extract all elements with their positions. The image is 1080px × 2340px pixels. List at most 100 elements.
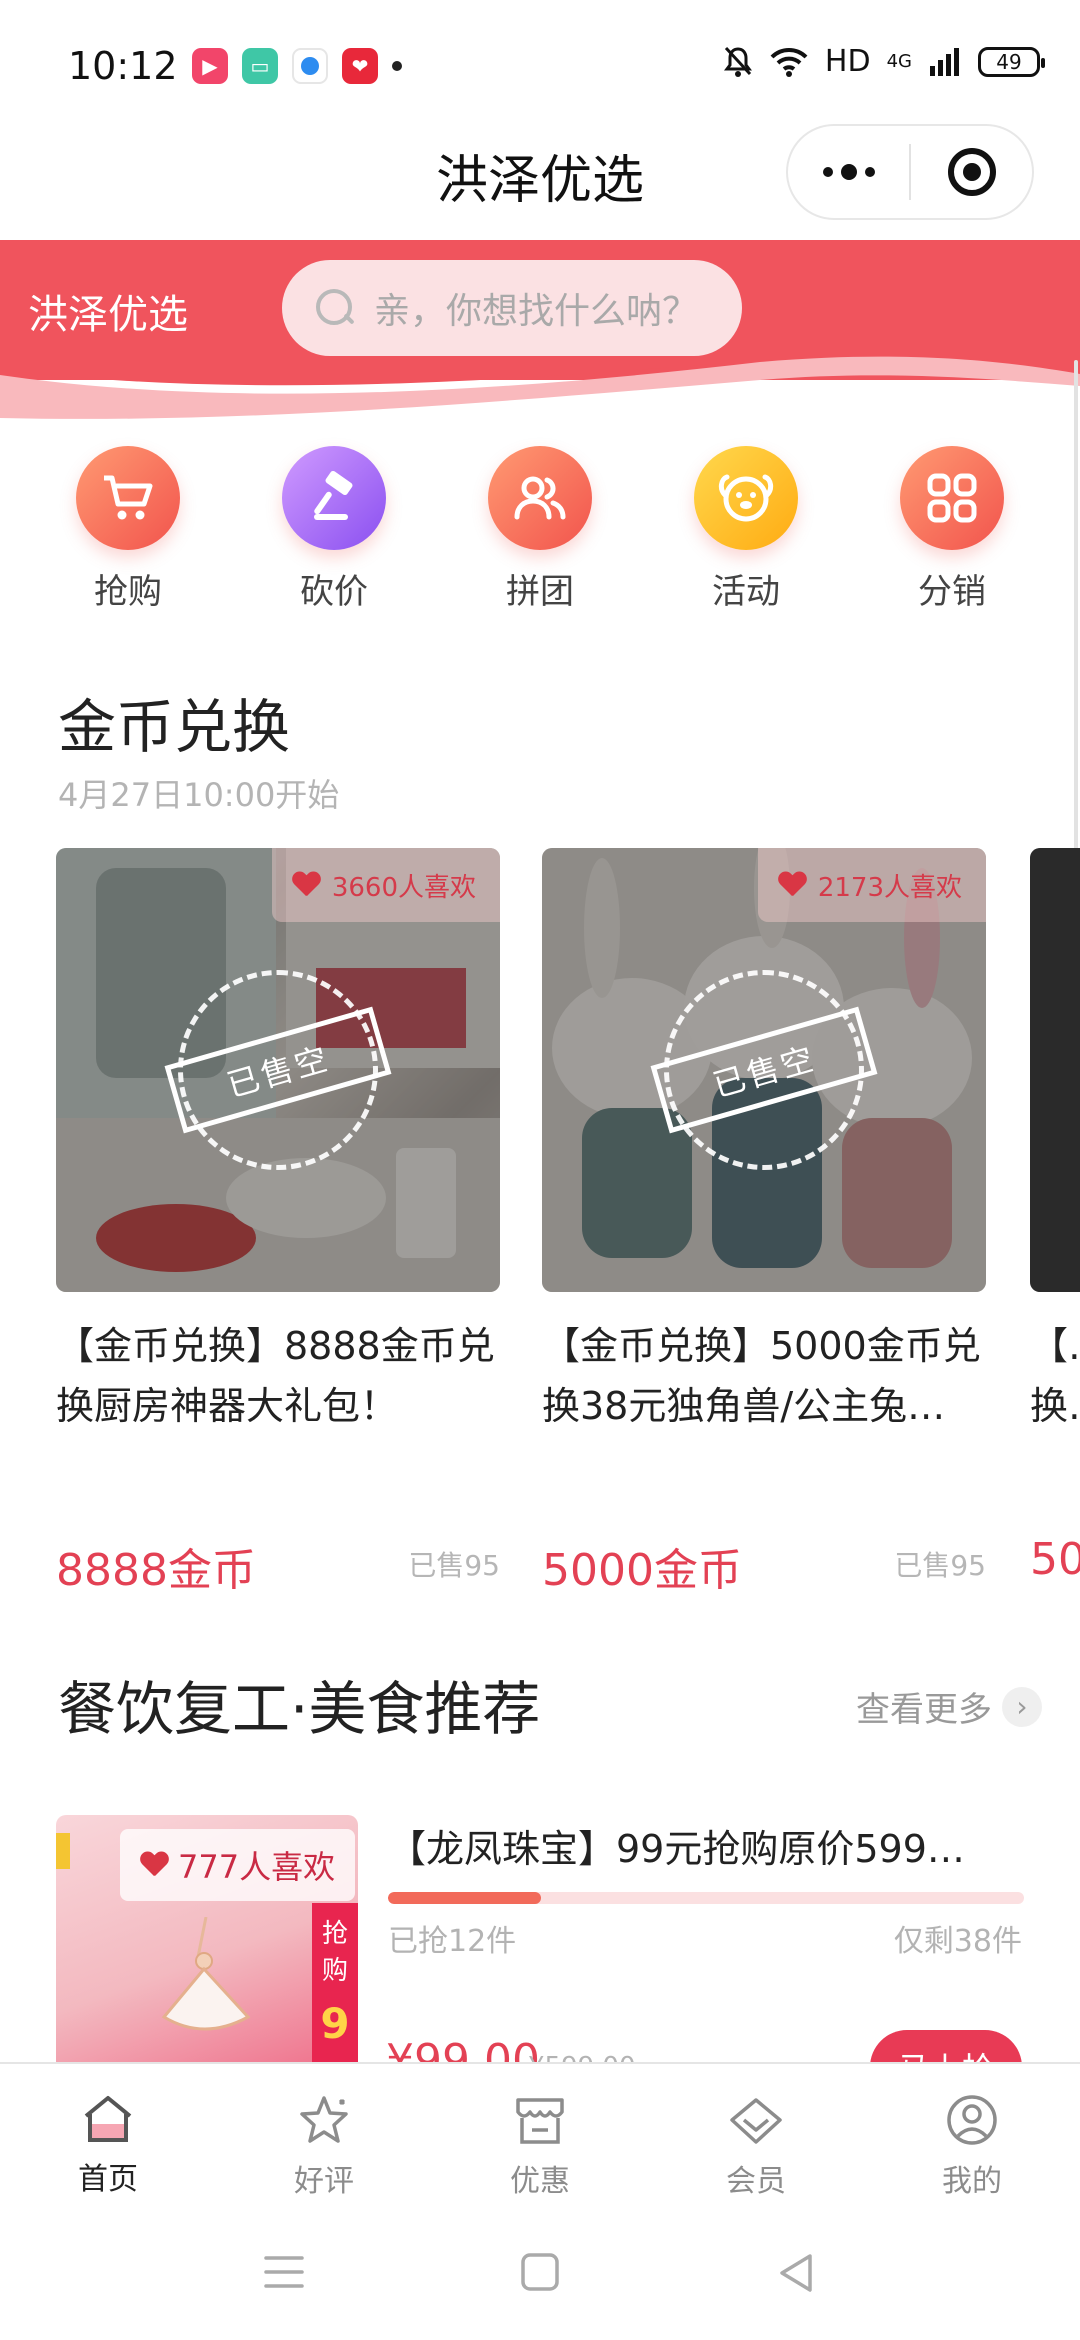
menu-icon[interactable] xyxy=(262,2252,306,2292)
deal-remaining-count: 仅剩38件 xyxy=(893,1924,1022,1959)
deal-title[interactable]: 【龙凤珠宝】99元抢购原价599… xyxy=(388,1818,1028,1873)
group-icon xyxy=(488,446,592,550)
coin-product-card[interactable]: 2173人喜欢 已售空 【金币兑换】5000金币兑 换38元独角兽/公主兔… 5… xyxy=(542,848,986,1596)
pendant-illustration xyxy=(161,1917,251,2031)
user-icon xyxy=(947,2095,997,2145)
shop-icon xyxy=(516,2098,564,2144)
tab-label: 会员 xyxy=(726,2164,786,2199)
product-price: 8888金币 xyxy=(56,1545,256,1596)
star-icon xyxy=(300,2096,348,2143)
tab-discounts[interactable]: 优惠 xyxy=(432,2064,648,2212)
chevron-right-icon: › xyxy=(1002,1686,1042,1727)
hammer-icon xyxy=(282,446,386,550)
more-dots-icon xyxy=(822,164,875,180)
deal-banner-text: 抢购 xyxy=(321,1919,348,1986)
product-image xyxy=(1030,848,1080,1292)
back-triangle-icon[interactable] xyxy=(776,2252,816,2294)
heart-icon xyxy=(778,872,806,898)
product-title-line: 换厨房神器大礼包！ xyxy=(56,1384,399,1428)
mini-program-capsule xyxy=(786,124,1034,220)
quick-nav: 抢购 砍价 拼团 活动 分销 xyxy=(0,440,1080,620)
view-more-label: 查看更多 xyxy=(856,1690,992,1730)
search-input[interactable]: 亲，你想找什么呐？ xyxy=(282,260,742,356)
tab-home[interactable]: 首页 xyxy=(0,2064,216,2212)
product-title-line: 换38元独角兽/公主兔… xyxy=(542,1384,946,1428)
product-title-line: 【金币兑换】8888金币兑 xyxy=(56,1324,495,1368)
grid-icon xyxy=(900,446,1004,550)
view-more-link[interactable]: 查看更多 › xyxy=(856,1682,1042,1731)
network-label: HD xyxy=(824,44,871,79)
system-navigation-bar xyxy=(0,2212,1080,2340)
quick-nav-label: 分销 xyxy=(918,572,986,612)
quick-nav-label: 拼团 xyxy=(506,572,574,612)
product-title-line: 【金 xyxy=(1030,1324,1080,1368)
cart-icon xyxy=(76,446,180,550)
tab-profile[interactable]: 我的 xyxy=(864,2064,1080,2212)
close-mini-program-button[interactable] xyxy=(911,126,1032,218)
section-title-coin-exchange: 金币兑换 xyxy=(58,693,291,761)
network-type-label: 4G xyxy=(886,50,912,72)
quick-nav-label: 抢购 xyxy=(94,572,162,612)
heart-icon xyxy=(140,1852,168,1878)
product-image: 2173人喜欢 已售空 xyxy=(542,848,986,1292)
status-time: 10:12 xyxy=(68,44,178,88)
product-sold-count: 已售95 xyxy=(408,1549,500,1582)
title-bar: 洪泽优选 xyxy=(0,120,1080,240)
home-square-icon[interactable] xyxy=(520,2252,560,2292)
app-screen: 10:12 ▶ ▭ ❤ HD 4G 49 洪泽优选 洪泽优选 亲，你想找什么呐？… xyxy=(0,0,1080,2340)
video-app-icon: ▶ xyxy=(192,48,228,84)
diamond-icon xyxy=(730,2098,782,2144)
status-bar: 10:12 ▶ ▭ ❤ HD 4G 49 xyxy=(0,0,1080,120)
product-title: 【金币兑换】8888金币兑 换厨房神器大礼包！ xyxy=(56,1316,500,1436)
deal-corner-tag xyxy=(56,1833,70,1869)
product-title-line: 【金币兑换】5000金币兑 xyxy=(542,1324,981,1368)
coin-product-card-partial[interactable]: 【金 换3 50 xyxy=(1030,848,1080,1608)
deal-progress-bar xyxy=(388,1892,1024,1904)
home-icon xyxy=(84,2096,132,2142)
tab-label: 优惠 xyxy=(510,2164,570,2199)
quick-nav-distribution[interactable]: 分销 xyxy=(872,446,1032,613)
network-type: 4G xyxy=(886,50,912,72)
likes-count: 3660人喜欢 xyxy=(331,872,476,903)
message-app-icon: ▭ xyxy=(242,48,278,84)
product-price: 50 xyxy=(1030,1534,1080,1585)
status-app-icons: ▶ ▭ ❤ xyxy=(192,48,402,84)
deal-sold-count: 已抢12件 xyxy=(388,1924,517,1959)
tab-reviews[interactable]: 好评 xyxy=(216,2064,432,2212)
quick-nav-bargain[interactable]: 砍价 xyxy=(254,446,414,613)
likes-badge: 3660人喜欢 xyxy=(271,848,500,922)
bottom-tab-bar: 首页 好评 优惠 会员 我的 xyxy=(0,2062,1080,2212)
tab-membership[interactable]: 会员 xyxy=(648,2064,864,2212)
deal-product-image[interactable]: 777人喜欢 抢购 9 xyxy=(56,1815,358,2065)
tab-label: 我的 xyxy=(942,2164,1002,2199)
product-price: 5000金币 xyxy=(542,1545,742,1596)
sold-out-overlay xyxy=(1030,848,1080,1292)
more-button[interactable] xyxy=(788,126,909,218)
quick-nav-group-buy[interactable]: 拼团 xyxy=(460,446,620,613)
product-title-line: 换3 xyxy=(1030,1384,1080,1428)
likes-badge: 2173人喜欢 xyxy=(757,848,986,922)
product-title: 【金币兑换】5000金币兑 换38元独角兽/公主兔… xyxy=(542,1316,986,1436)
product-title: 【金 换3 xyxy=(1030,1316,1080,1436)
quick-nav-label: 砍价 xyxy=(300,572,368,612)
coin-product-card[interactable]: 3660人喜欢 已售空 【金币兑换】8888金币兑 换厨房神器大礼包！ 8888… xyxy=(56,848,500,1596)
browser-app-icon xyxy=(292,48,328,84)
heart-icon xyxy=(292,872,320,898)
quick-nav-label: 活动 xyxy=(712,572,780,612)
likes-badge: 777人喜欢 xyxy=(120,1829,356,1901)
deal-progress-fill xyxy=(388,1892,541,1904)
tab-label: 首页 xyxy=(78,2162,138,2197)
likes-count: 777人喜欢 xyxy=(178,1848,336,1886)
target-icon xyxy=(947,148,996,196)
gift-app-icon: ❤ xyxy=(342,48,378,84)
battery-level: 49 xyxy=(996,49,1022,74)
search-placeholder: 亲，你想找什么呐？ xyxy=(374,291,699,332)
quick-nav-flash-sale[interactable]: 抢购 xyxy=(48,446,208,613)
notification-dot xyxy=(392,61,402,71)
wifi-icon xyxy=(770,47,808,77)
likes-count: 2173人喜欢 xyxy=(817,872,962,903)
quick-nav-activity[interactable]: 活动 xyxy=(666,446,826,613)
product-image: 3660人喜欢 已售空 xyxy=(56,848,500,1292)
search-icon xyxy=(314,287,356,329)
deal-banner-number: 9 xyxy=(320,1999,350,2048)
